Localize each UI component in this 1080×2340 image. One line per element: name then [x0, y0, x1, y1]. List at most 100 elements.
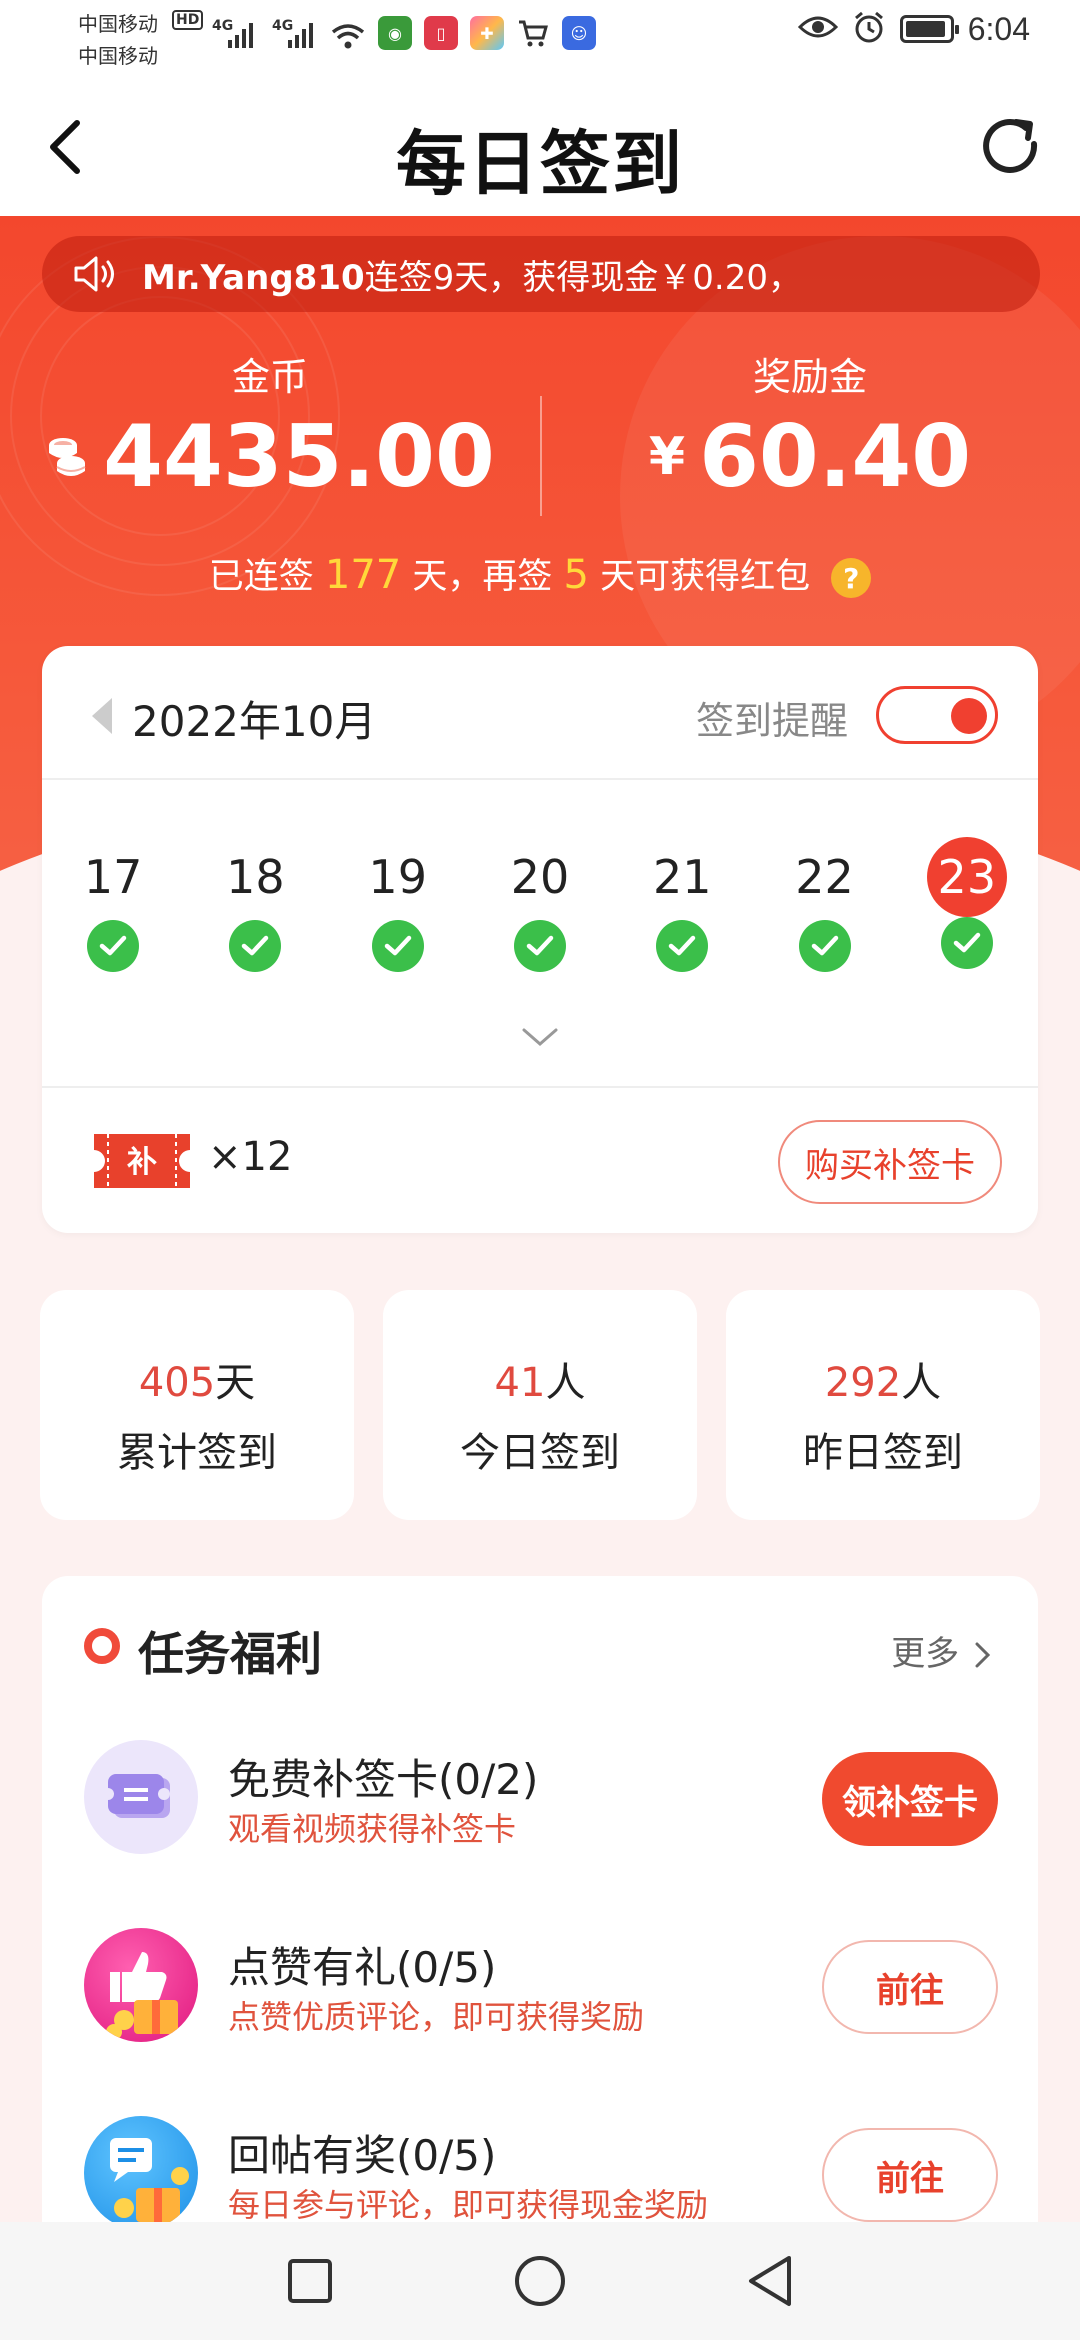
announcement-ticker[interactable]: Mr.Yang810连签9天，获得现金￥0.20， [42, 236, 1040, 312]
check-icon [656, 920, 709, 972]
claim-makeup-card-button[interactable]: 领补签卡 [822, 1752, 998, 1846]
task-description: 每日参与评论，即可获得现金奖励 [228, 2186, 709, 2224]
status-bar: 中国移动 中国移动 HD 4G 4G ◉ ▯ ✚ ☺ 6:04 [0, 0, 1080, 82]
stat-label: 今日签到 [460, 1430, 620, 1476]
ticker-user: Mr.Yang810 [142, 257, 365, 298]
streak-prefix: 已连签 [208, 557, 325, 597]
day-number: 21 [652, 850, 712, 904]
prev-month-icon[interactable] [92, 698, 112, 734]
coins-value: 4435.00 [103, 407, 495, 507]
red-book-icon: ▯ [424, 16, 458, 50]
section-dot-icon [84, 1628, 120, 1664]
streak-info: 已连签 177 天，再签 5 天可获得红包 ? [0, 548, 1080, 599]
go-reply-task-button[interactable]: 前往 [822, 2128, 998, 2222]
blue-chat-icon: ☺ [562, 16, 596, 50]
triangle-back-icon [749, 2256, 791, 2306]
chevron-down-icon [522, 1028, 558, 1046]
check-icon [371, 920, 424, 972]
green-app-icon: ◉ [378, 16, 412, 50]
stat-yesterday-checkins: 292人 昨日签到 [726, 1290, 1040, 1520]
square-icon [288, 2259, 332, 2303]
stat-label: 昨日签到 [803, 1430, 963, 1476]
day-item-today[interactable]: 23 [896, 837, 1038, 972]
day-item[interactable]: 22 [753, 846, 895, 972]
signal-icon [228, 22, 253, 48]
day-item[interactable]: 17 [42, 846, 184, 972]
go-like-task-button[interactable]: 前往 [822, 1940, 998, 2034]
tasks-header: 任务福利 更多 [42, 1576, 1038, 1716]
buy-makeup-card-button[interactable]: 购买补签卡 [778, 1120, 1002, 1204]
check-icon [513, 920, 566, 972]
day-item[interactable]: 21 [611, 846, 753, 972]
carrier-label: 中国移动 [78, 12, 158, 36]
makeup-card-row: 补 ×12 购买补签卡 [42, 1088, 1038, 1233]
day-number: 23 [926, 837, 1007, 917]
clock: 6:04 [967, 10, 1030, 47]
wifi-icon [330, 16, 366, 50]
signal-icon-2 [288, 22, 313, 48]
bonus-stat[interactable]: 奖励金 ¥ 60.40 [540, 346, 1080, 507]
calendar-card: 2022年10月 签到提醒 17 18 19 20 21 22 23 补 ×12… [42, 646, 1038, 1233]
refresh-button[interactable] [972, 108, 1050, 186]
day-number: 17 [83, 850, 143, 904]
check-icon [229, 920, 282, 972]
expand-calendar-button[interactable] [520, 1026, 560, 1052]
coin-stack-icon [49, 438, 86, 476]
streak-suffix: 天可获得红包 [588, 557, 811, 597]
makeup-ticket-icon: 补 [94, 1128, 190, 1198]
status-right: 6:04 [797, 10, 1030, 48]
day-item[interactable]: 20 [469, 846, 611, 972]
reply-gift-icon [84, 2116, 198, 2230]
currency-symbol: ¥ [648, 427, 686, 487]
streak-days: 177 [324, 552, 402, 598]
hd-badge: HD [172, 10, 204, 30]
colorful-app-icon: ✚ [470, 16, 504, 50]
reminder-toggle[interactable] [876, 686, 998, 744]
shopping-cart-icon [516, 16, 550, 50]
day-item[interactable]: 18 [184, 846, 326, 972]
task-title: 回帖有奖(0/5) [228, 2131, 497, 2180]
alarm-icon [852, 10, 886, 48]
ticker-text: Mr.Yang810连签9天，获得现金￥0.20， [142, 250, 802, 299]
streak-middle: 天，再签 [401, 557, 564, 597]
coins-stat[interactable]: 金币 4435.00 [0, 346, 540, 507]
task-item: 点赞有礼(0/5) 点赞优质评论，即可获得奖励 前往 [42, 1928, 1038, 2116]
more-label: 更多 [891, 1634, 960, 1674]
checkin-stats: 405天 累计签到 41人 今日签到 292人 昨日签到 [40, 1290, 1040, 1520]
coins-label: 金币 [231, 355, 308, 399]
eye-icon [797, 13, 838, 45]
day-number: 20 [510, 850, 570, 904]
more-link[interactable]: 更多 [891, 1626, 992, 1675]
stat-number: 292 [824, 1360, 902, 1406]
ticket-icon [84, 1740, 198, 1854]
battery-icon [899, 15, 959, 43]
check-icon [940, 917, 993, 969]
streak-remaining: 5 [563, 552, 589, 598]
day-number: 19 [368, 850, 427, 904]
day-item[interactable]: 19 [327, 846, 469, 972]
stat-label: 累计签到 [117, 1430, 277, 1476]
recent-apps-button[interactable] [280, 2251, 340, 2311]
task-description: 点赞优质评论，即可获得奖励 [228, 1998, 645, 2036]
speaker-icon [74, 256, 114, 292]
notification-icons: ◉ ▯ ✚ ☺ [330, 16, 596, 50]
task-title: 免费补签卡(0/2) [228, 1755, 539, 1804]
tasks-title: 任务福利 [138, 1627, 322, 1681]
day-number: 18 [226, 850, 285, 904]
help-icon[interactable]: ? [831, 558, 872, 598]
back-nav-button[interactable] [740, 2251, 800, 2311]
ticker-message: 连签9天，获得现金￥0.20， [364, 257, 802, 298]
toggle-knob [951, 698, 987, 734]
task-item: 免费补签卡(0/2) 观看视频获得补签卡 领补签卡 [42, 1740, 1038, 1928]
ticket-label: 补 [127, 1145, 157, 1180]
page-title: 每日签到 [396, 123, 684, 205]
app-header: 每日签到 [0, 82, 1080, 216]
bonus-value: 60.40 [699, 407, 972, 507]
stat-today-checkins: 41人 今日签到 [383, 1290, 697, 1520]
check-icon [87, 920, 140, 972]
check-icon [798, 920, 851, 972]
home-button[interactable] [510, 2251, 570, 2311]
thumbs-up-gift-icon [84, 1928, 198, 2042]
task-title: 点赞有礼(0/5) [228, 1943, 497, 1992]
reminder-label: 签到提醒 [695, 699, 848, 743]
